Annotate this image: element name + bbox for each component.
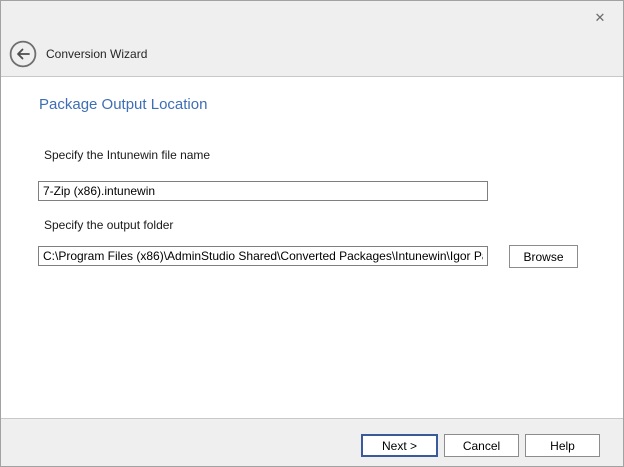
next-button[interactable]: Next >: [361, 434, 438, 457]
output-folder-input[interactable]: [38, 246, 488, 266]
conversion-wizard-dialog: Conversion Wizard ✕ Package Output Locat…: [0, 0, 624, 467]
intunewin-file-name-input[interactable]: [38, 181, 488, 201]
help-button[interactable]: Help: [525, 434, 600, 457]
wizard-title: Conversion Wizard: [46, 47, 147, 61]
output-folder-label: Specify the output folder: [44, 218, 173, 232]
browse-button[interactable]: Browse: [509, 245, 578, 268]
back-arrow-icon: [9, 56, 37, 71]
wizard-header: Conversion Wizard: [1, 1, 623, 77]
close-button[interactable]: ✕: [589, 8, 611, 28]
back-button[interactable]: [9, 40, 37, 68]
page-title: Package Output Location: [39, 96, 207, 113]
close-icon: ✕: [595, 10, 606, 26]
cancel-button[interactable]: Cancel: [444, 434, 519, 457]
intunewin-file-name-label: Specify the Intunewin file name: [44, 148, 210, 162]
